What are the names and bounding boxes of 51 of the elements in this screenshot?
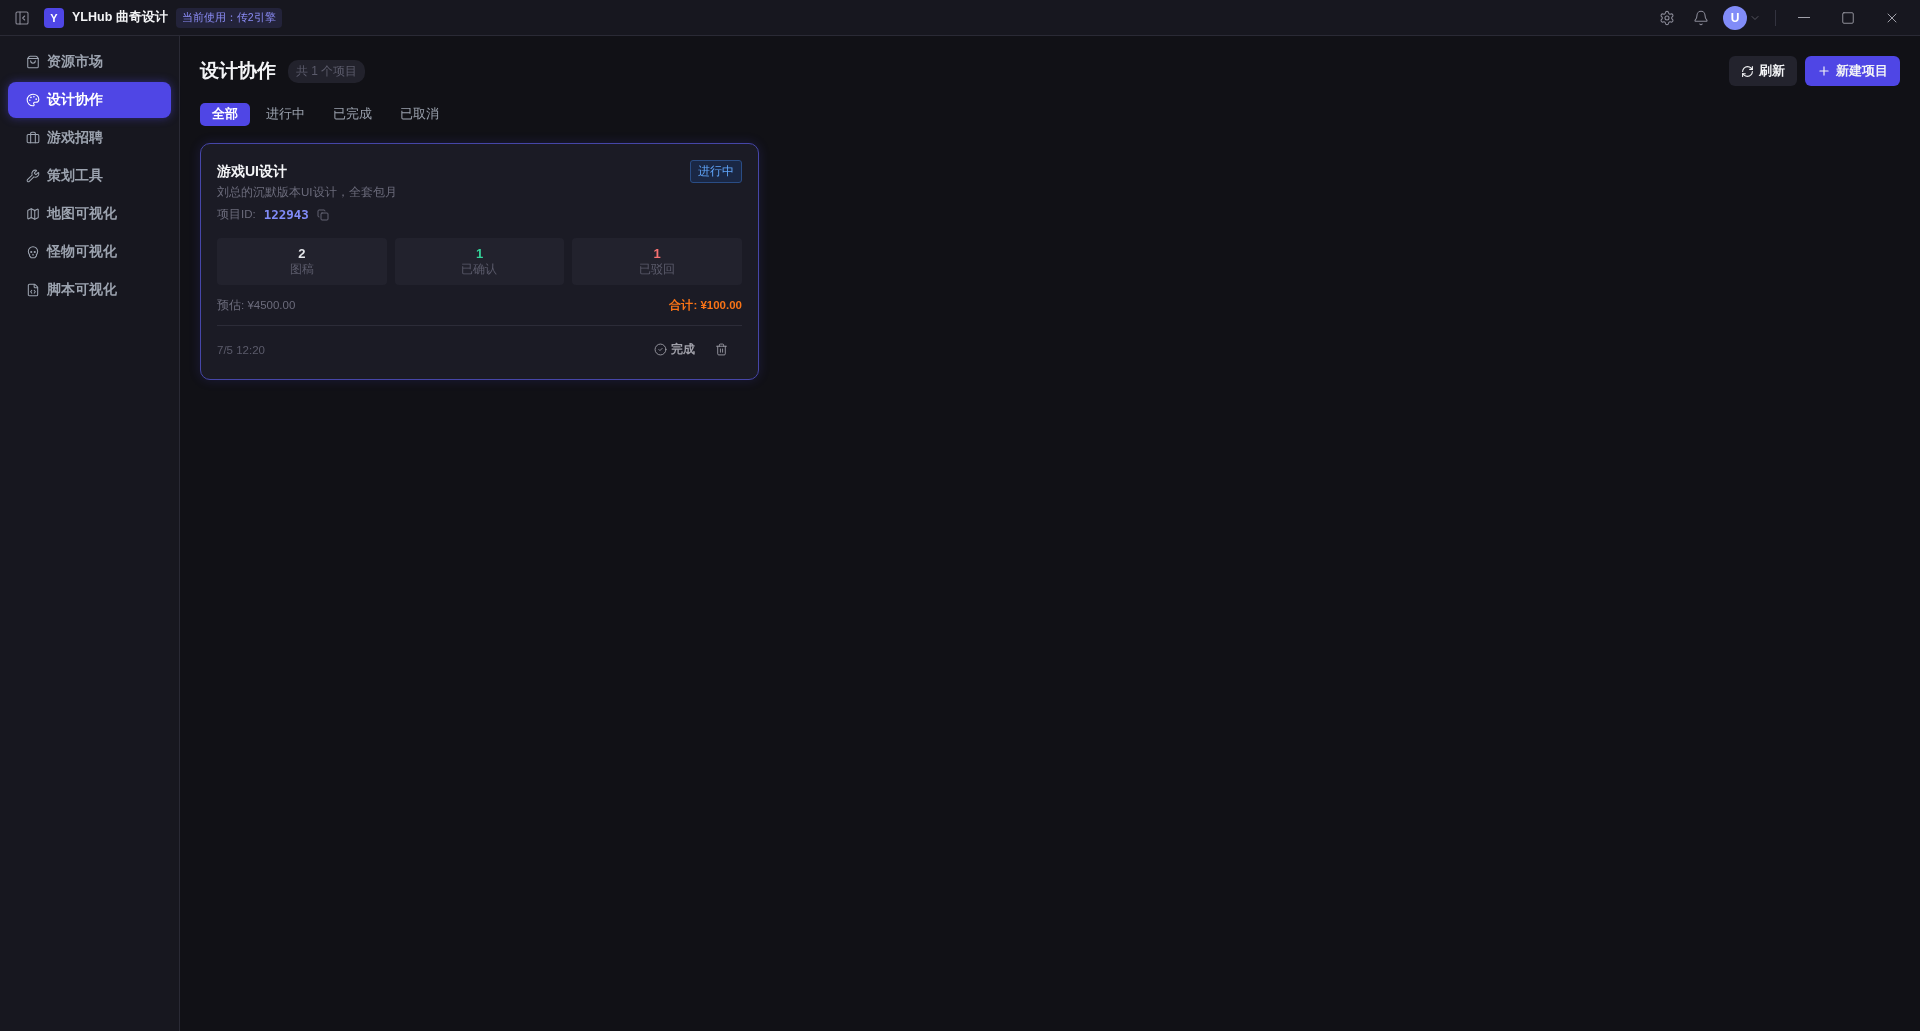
sidebar-item[interactable]: 策划工具	[8, 158, 171, 194]
engine-badge: 当前使用：传2引擎	[175, 7, 282, 28]
refresh-icon	[1741, 64, 1754, 78]
stat-value: 2	[298, 246, 306, 261]
check-circle-icon	[654, 343, 667, 356]
settings-icon	[1659, 9, 1675, 26]
project-id-label: 项目ID:	[217, 207, 256, 222]
project-date: 7/5 12:20	[217, 343, 265, 356]
app-logo: Y	[44, 7, 64, 28]
project-title: 游戏UI设计	[217, 163, 288, 181]
map-icon	[26, 207, 40, 221]
sidebar-item[interactable]: 资源市场	[8, 44, 171, 80]
filter-tab[interactable]: 进行中	[254, 103, 317, 126]
code-file-icon	[26, 283, 40, 297]
panel-collapse-icon	[14, 9, 30, 26]
complete-button[interactable]: 完成	[652, 339, 697, 360]
total-amount: 合计: ¥100.00	[669, 298, 742, 313]
palette-icon	[26, 93, 40, 107]
briefcase-icon	[26, 131, 40, 145]
project-id: 122943	[263, 207, 309, 222]
filter-tab[interactable]: 全部	[200, 103, 250, 126]
delete-button[interactable]	[713, 341, 730, 358]
estimate-amount: 预估: ¥4500.00	[217, 298, 296, 313]
sidebar-item[interactable]: 地图可视化	[8, 196, 171, 232]
copy-button[interactable]	[316, 208, 329, 221]
plus-icon	[1817, 64, 1831, 78]
bag-icon	[26, 55, 40, 69]
stat-label: 图稿	[289, 262, 314, 277]
minimize-icon	[1798, 16, 1810, 19]
copy-icon	[316, 208, 329, 221]
filter-tab[interactable]: 已完成	[321, 103, 384, 126]
project-count: 共 1 个项目	[288, 59, 366, 83]
sidebar-toggle-button[interactable]	[14, 9, 30, 26]
sidebar-item[interactable]: 脚本可视化	[8, 272, 171, 308]
sidebar-item[interactable]: 设计协作	[8, 82, 171, 118]
filter-tab[interactable]: 已取消	[388, 103, 451, 126]
bell-icon	[1693, 9, 1709, 26]
status-badge: 进行中	[690, 160, 742, 183]
wrench-icon	[26, 169, 40, 183]
app-name: YLHub 曲奇设计	[72, 9, 168, 26]
maximize-icon	[1841, 10, 1855, 25]
refresh-button[interactable]: 刷新	[1729, 56, 1797, 86]
sidebar-item[interactable]: 怪物可视化	[8, 234, 171, 270]
stat-value: 1	[475, 246, 484, 261]
sidebar-item[interactable]: 游戏招聘	[8, 120, 171, 156]
skull-icon	[26, 245, 40, 259]
new-project-button[interactable]: 新建项目	[1805, 56, 1900, 86]
page-title: 设计协作	[200, 59, 276, 83]
stat-value: 1	[653, 246, 661, 261]
project-description: 刘总的沉默版本UI设计，全套包月	[217, 185, 397, 200]
trash-icon	[715, 343, 728, 356]
